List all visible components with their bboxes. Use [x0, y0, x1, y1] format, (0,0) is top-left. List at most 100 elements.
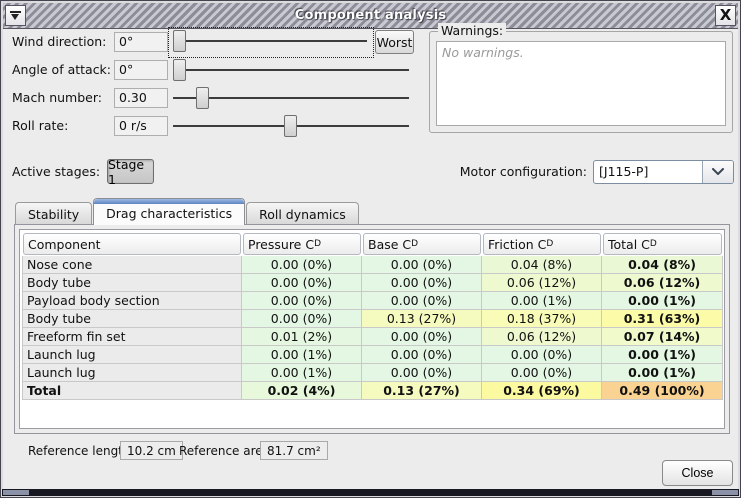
value-cell[interactable]: 0.18 (37%) [482, 310, 602, 328]
value-cell[interactable]: 0.00 (0%) [242, 292, 362, 310]
component-cell[interactable]: Body tube [22, 274, 242, 292]
column-header[interactable]: Base CD [363, 233, 481, 255]
value-cell[interactable]: 0.31 (63%) [602, 310, 723, 328]
control-row-2: Mach number: 0.30 [1, 85, 431, 111]
column-header[interactable]: Friction CD [483, 233, 601, 255]
value-cell[interactable]: 0.01 (2%) [242, 328, 362, 346]
control-row-3: Roll rate: 0 r/s [1, 113, 431, 139]
slider-track [173, 69, 409, 71]
chevron-down-icon [712, 168, 724, 176]
component-cell[interactable]: Freeform fin set [22, 328, 242, 346]
value-cell[interactable]: 0.00 (0%) [482, 346, 602, 364]
window-close-button[interactable]: X [715, 5, 736, 26]
control-value-field[interactable]: 0.30 [114, 88, 168, 108]
value-cell[interactable]: 0.06 (12%) [602, 274, 723, 292]
slider-0[interactable] [171, 30, 369, 52]
value-cell[interactable]: 0.00 (1%) [242, 346, 362, 364]
value-cell[interactable]: 0.00 (0%) [242, 274, 362, 292]
value-cell[interactable]: 0.00 (0%) [362, 328, 482, 346]
close-button[interactable]: Close [662, 460, 733, 486]
window-menu-button[interactable] [5, 5, 26, 26]
value-cell[interactable]: 0.00 (0%) [242, 256, 362, 274]
value-cell[interactable]: 0.00 (1%) [482, 292, 602, 310]
tab-label: Roll dynamics [259, 207, 346, 222]
active-stages-label: Active stages: [12, 159, 100, 185]
drag-characteristics-panel: ComponentPressure CDBase CDFriction CDTo… [14, 224, 730, 434]
reference-strip: Reference length: 10.2 cm Reference area… [1, 441, 741, 463]
value-cell[interactable]: 0.00 (0%) [362, 364, 482, 382]
reference-length-label: Reference length: [28, 441, 135, 461]
slider-1[interactable] [171, 59, 411, 81]
value-cell[interactable]: 0.00 (1%) [602, 346, 723, 364]
value-cell[interactable]: 0.00 (0%) [482, 364, 602, 382]
slider-3[interactable] [171, 115, 411, 137]
title-bar[interactable]: Component analysis X [3, 3, 738, 29]
window-resize-grip[interactable] [2, 489, 739, 496]
control-row-1: Angle of attack:0° [1, 57, 431, 83]
slider-thumb[interactable] [196, 87, 209, 109]
control-value-field[interactable]: 0° [114, 60, 168, 80]
column-header[interactable]: Component [23, 233, 241, 255]
analysis-tabs: Stability Drag characteristics Roll dynami… [15, 198, 360, 225]
control-label: Wind direction: [12, 29, 106, 55]
value-cell[interactable]: 0.04 (8%) [602, 256, 723, 274]
motor-configuration-select[interactable]: [J115-P] [593, 160, 734, 184]
motor-configuration-label: Motor configuration: [460, 159, 587, 185]
drag-table: ComponentPressure CDBase CDFriction CDTo… [22, 232, 723, 400]
value-cell[interactable]: 0.02 (4%) [242, 382, 362, 400]
value-cell[interactable]: 0.06 (12%) [482, 274, 602, 292]
component-cell[interactable]: Launch lug [22, 364, 242, 382]
window-title: Component analysis [28, 8, 713, 23]
value-cell[interactable]: 0.13 (27%) [362, 382, 482, 400]
component-analysis-dialog: Component analysis X Wind direction: 0° Wo… [0, 0, 741, 498]
value-cell[interactable]: 0.00 (0%) [362, 256, 482, 274]
column-header[interactable]: Pressure CD [243, 233, 361, 255]
control-label: Roll rate: [12, 113, 68, 139]
motor-configuration-value: [J115-P] [594, 161, 702, 183]
slider-track [173, 40, 367, 42]
slider-thumb[interactable] [173, 59, 186, 81]
stage-1-toggle-button[interactable]: Stage 1 [107, 159, 154, 184]
control-label: Angle of attack: [12, 57, 111, 83]
value-cell[interactable]: 0.04 (8%) [482, 256, 602, 274]
window-menu-icon [10, 11, 21, 20]
tab-drag-characteristics[interactable]: Drag characteristics [93, 198, 245, 225]
component-cell[interactable]: Payload body section [22, 292, 242, 310]
column-header[interactable]: Total CD [603, 233, 722, 255]
value-cell[interactable]: 0.06 (12%) [482, 328, 602, 346]
slider-focus-outline [168, 27, 374, 58]
tab-label: Stability [28, 207, 79, 222]
component-cell[interactable]: Launch lug [22, 346, 242, 364]
table-scrollpane[interactable]: ComponentPressure CDBase CDFriction CDTo… [19, 229, 725, 429]
value-cell[interactable]: 0.00 (0%) [362, 346, 482, 364]
value-cell[interactable]: 0.07 (14%) [602, 328, 723, 346]
control-value-field[interactable]: 0° [114, 32, 168, 52]
component-cell[interactable]: Nose cone [22, 256, 242, 274]
value-cell[interactable]: 0.49 (100%) [602, 382, 723, 400]
close-x-icon: X [720, 8, 732, 23]
worst-button[interactable]: Worst [375, 30, 414, 54]
component-cell[interactable]: Body tube [22, 310, 242, 328]
warnings-title: Warnings: [438, 23, 506, 38]
control-row-0: Wind direction: 0° Worst [1, 29, 431, 55]
slider-thumb[interactable] [284, 115, 297, 137]
value-cell[interactable]: 0.00 (0%) [362, 274, 482, 292]
control-label: Mach number: [12, 85, 102, 111]
value-cell[interactable]: 0.00 (0%) [242, 310, 362, 328]
tab-stability[interactable]: Stability [15, 202, 92, 225]
warnings-list: No warnings. [436, 41, 726, 126]
component-cell[interactable]: Total [22, 382, 242, 400]
reference-length-value: 10.2 cm [120, 441, 183, 460]
value-cell[interactable]: 0.00 (1%) [242, 364, 362, 382]
reference-area-value: 81.7 cm² [260, 441, 328, 460]
tab-roll-dynamics[interactable]: Roll dynamics [246, 202, 359, 225]
slider-thumb[interactable] [173, 30, 186, 52]
slider-2[interactable] [171, 87, 411, 109]
combo-arrow-button[interactable] [702, 161, 733, 183]
value-cell[interactable]: 0.00 (0%) [362, 292, 482, 310]
control-value-field[interactable]: 0 r/s [114, 116, 168, 136]
value-cell[interactable]: 0.00 (1%) [602, 292, 723, 310]
value-cell[interactable]: 0.00 (1%) [602, 364, 723, 382]
value-cell[interactable]: 0.34 (69%) [482, 382, 602, 400]
value-cell[interactable]: 0.13 (27%) [362, 310, 482, 328]
